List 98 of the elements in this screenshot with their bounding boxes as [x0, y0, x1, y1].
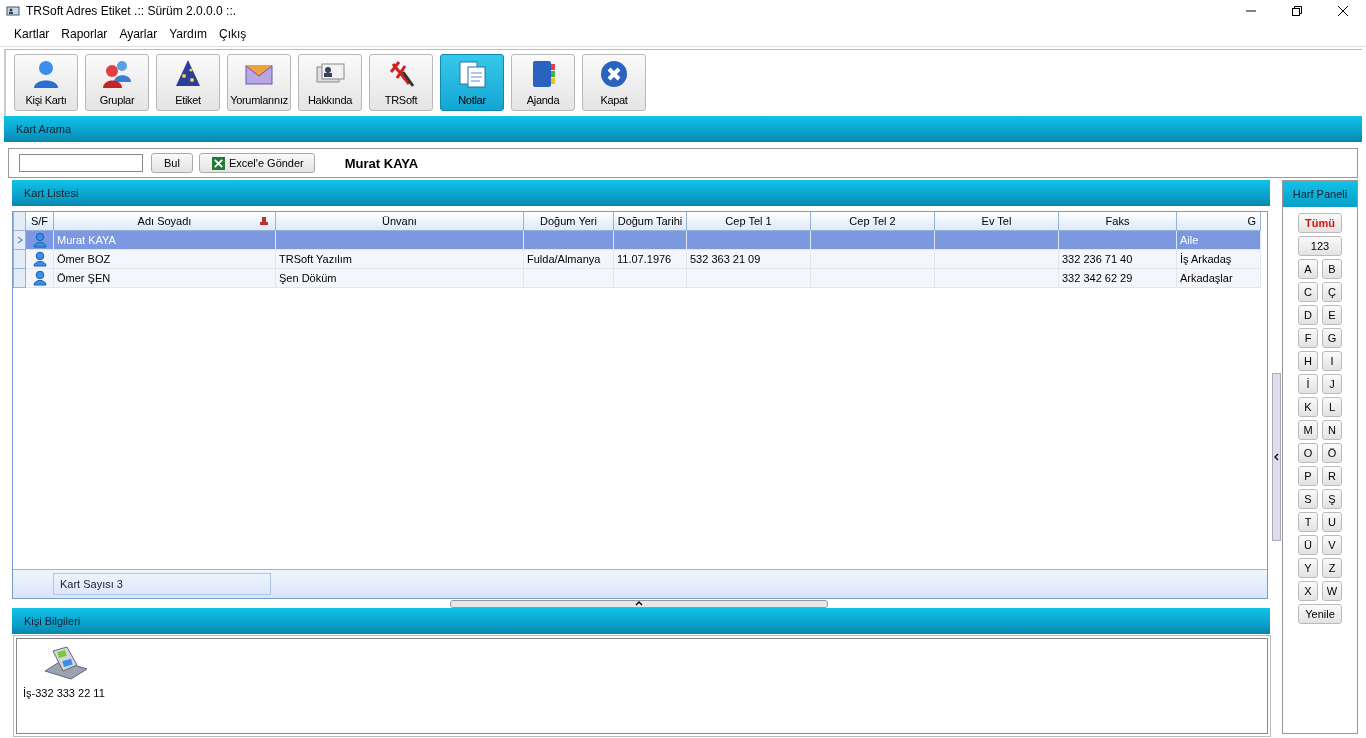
- spreadsheet-icon: [211, 156, 225, 170]
- phone-number: İş-332 333 22 11: [23, 687, 105, 699]
- letter-button[interactable]: Z: [1322, 558, 1342, 578]
- menu-item[interactable]: Yardım: [169, 27, 207, 41]
- toolbar-button[interactable]: Notlar: [440, 54, 504, 111]
- people-icon: [101, 58, 133, 90]
- toolbar-button[interactable]: Kapat: [582, 54, 646, 111]
- panel-title: Kişi Bilgileri: [24, 615, 81, 627]
- toolbar-button[interactable]: Hakkında: [298, 54, 362, 111]
- toolbar-button[interactable]: Gruplar: [85, 54, 149, 111]
- table-cell: Murat KAYA: [57, 234, 116, 246]
- letter-button[interactable]: R: [1322, 466, 1342, 486]
- letter-button[interactable]: D: [1298, 305, 1318, 325]
- close-icon: [598, 58, 630, 90]
- toolbar-button[interactable]: Kişi Kartı: [14, 54, 78, 111]
- table-cell: Şen Döküm: [279, 272, 337, 284]
- letter-button[interactable]: Ö: [1322, 443, 1342, 463]
- table-cell: TRSoft Yazılım: [279, 253, 352, 265]
- panel-title: Kart Listesi: [24, 187, 79, 199]
- menu-item[interactable]: Ayarlar: [119, 27, 158, 41]
- letter-button[interactable]: Y: [1298, 558, 1318, 578]
- row-pointer-icon: [16, 236, 23, 244]
- letter-button[interactable]: L: [1322, 397, 1342, 417]
- letter-button[interactable]: E: [1322, 305, 1342, 325]
- letter-button[interactable]: Ç: [1322, 282, 1342, 302]
- letter-button[interactable]: S: [1298, 489, 1318, 509]
- letter-button[interactable]: G: [1322, 328, 1342, 348]
- sort-icon: [259, 216, 269, 226]
- table-cell: 332 342 62 29: [1062, 272, 1133, 284]
- column-header[interactable]: Cep Tel 1: [686, 212, 811, 231]
- table-cell: 532 363 21 09: [690, 253, 761, 265]
- table-cell: 332 236 71 40: [1062, 253, 1133, 265]
- column-header[interactable]: Faks: [1058, 212, 1177, 231]
- letter-button[interactable]: C: [1298, 282, 1318, 302]
- table-cell: Ömer BOZ: [57, 253, 111, 265]
- letter-button[interactable]: O: [1298, 443, 1318, 463]
- table-cell: Ömer ŞEN: [57, 272, 111, 284]
- excel-export-button[interactable]: Excel'e Gönder: [198, 153, 315, 173]
- menu-item[interactable]: Raporlar: [61, 27, 108, 41]
- person-icon: [32, 251, 47, 267]
- column-header[interactable]: Ünvanı: [275, 212, 524, 231]
- toolbar-button[interactable]: Etiket: [156, 54, 220, 111]
- letter-button[interactable]: J: [1322, 374, 1342, 394]
- toolbar-button[interactable]: Yorumlarınız: [227, 54, 291, 111]
- column-header[interactable]: S/F: [25, 212, 54, 231]
- toolbar-button[interactable]: TRSoft: [369, 54, 433, 111]
- letter-button[interactable]: F: [1298, 328, 1318, 348]
- find-button[interactable]: Bul: [151, 153, 193, 173]
- refresh-button[interactable]: Yenile: [1298, 604, 1342, 624]
- letter-button[interactable]: Ü: [1298, 535, 1318, 555]
- column-header[interactable]: Cep Tel 2: [810, 212, 935, 231]
- column-header[interactable]: Adı Soyadı: [53, 212, 276, 231]
- column-header[interactable]: G: [1176, 212, 1261, 231]
- digits-filter-button[interactable]: 123: [1298, 236, 1342, 256]
- table-cell: İş Arkadaş: [1180, 253, 1232, 265]
- panel-title: Kart Arama: [16, 123, 72, 135]
- selected-person-name: Murat KAYA: [344, 155, 419, 171]
- search-field[interactable]: [19, 154, 143, 172]
- column-header[interactable]: Ev Tel: [934, 212, 1059, 231]
- letter-button[interactable]: M: [1298, 420, 1318, 440]
- caret-icon: [635, 601, 643, 606]
- letter-button[interactable]: V: [1322, 535, 1342, 555]
- letter-button[interactable]: N: [1322, 420, 1342, 440]
- app-icon: [6, 5, 20, 17]
- row-header-corner: [13, 212, 26, 231]
- table-cell: 11.07.1976: [617, 253, 672, 265]
- letter-button[interactable]: Ş: [1322, 489, 1342, 509]
- letter-button[interactable]: B: [1322, 259, 1342, 279]
- documents-icon: [456, 58, 488, 90]
- letter-button[interactable]: W: [1322, 581, 1342, 601]
- restore-icon[interactable]: [1292, 6, 1302, 16]
- toolbar-button[interactable]: Ajanda: [511, 54, 575, 111]
- letter-button[interactable]: U: [1322, 512, 1342, 532]
- letter-button[interactable]: H: [1298, 351, 1318, 371]
- letter-button[interactable]: P: [1298, 466, 1318, 486]
- collapse-handle[interactable]: [1271, 373, 1281, 541]
- window-title: TRSoft Adres Etiket .:: Sürüm 2.0.0.0 ::.: [26, 4, 237, 18]
- person-icon: [32, 270, 47, 286]
- menu-item[interactable]: Kartlar: [14, 27, 50, 41]
- menu-item[interactable]: Çıkış: [218, 27, 247, 41]
- panel-title: Harf Paneli: [1292, 188, 1348, 200]
- person-icon: [32, 232, 47, 248]
- letter-button[interactable]: K: [1298, 397, 1318, 417]
- caret-icon: [1273, 453, 1279, 461]
- all-filter-button[interactable]: Tümü: [1298, 213, 1342, 233]
- card-count: Kart Sayısı 3: [53, 573, 271, 595]
- letter-button[interactable]: X: [1298, 581, 1318, 601]
- table-cell: Fulda/Almanya: [527, 253, 601, 265]
- column-header[interactable]: Doğum Tarihi: [613, 212, 687, 231]
- letter-button[interactable]: İ: [1298, 374, 1318, 394]
- close-icon[interactable]: [1338, 6, 1348, 16]
- splitter-handle[interactable]: [450, 599, 828, 608]
- letter-button[interactable]: T: [1298, 512, 1318, 532]
- letter-button[interactable]: A: [1298, 259, 1318, 279]
- column-header[interactable]: Doğum Yeri: [523, 212, 614, 231]
- letter-button[interactable]: I: [1322, 351, 1342, 371]
- table-cell: Arkadaşlar: [1180, 272, 1233, 284]
- table-cell: Aile: [1180, 234, 1199, 246]
